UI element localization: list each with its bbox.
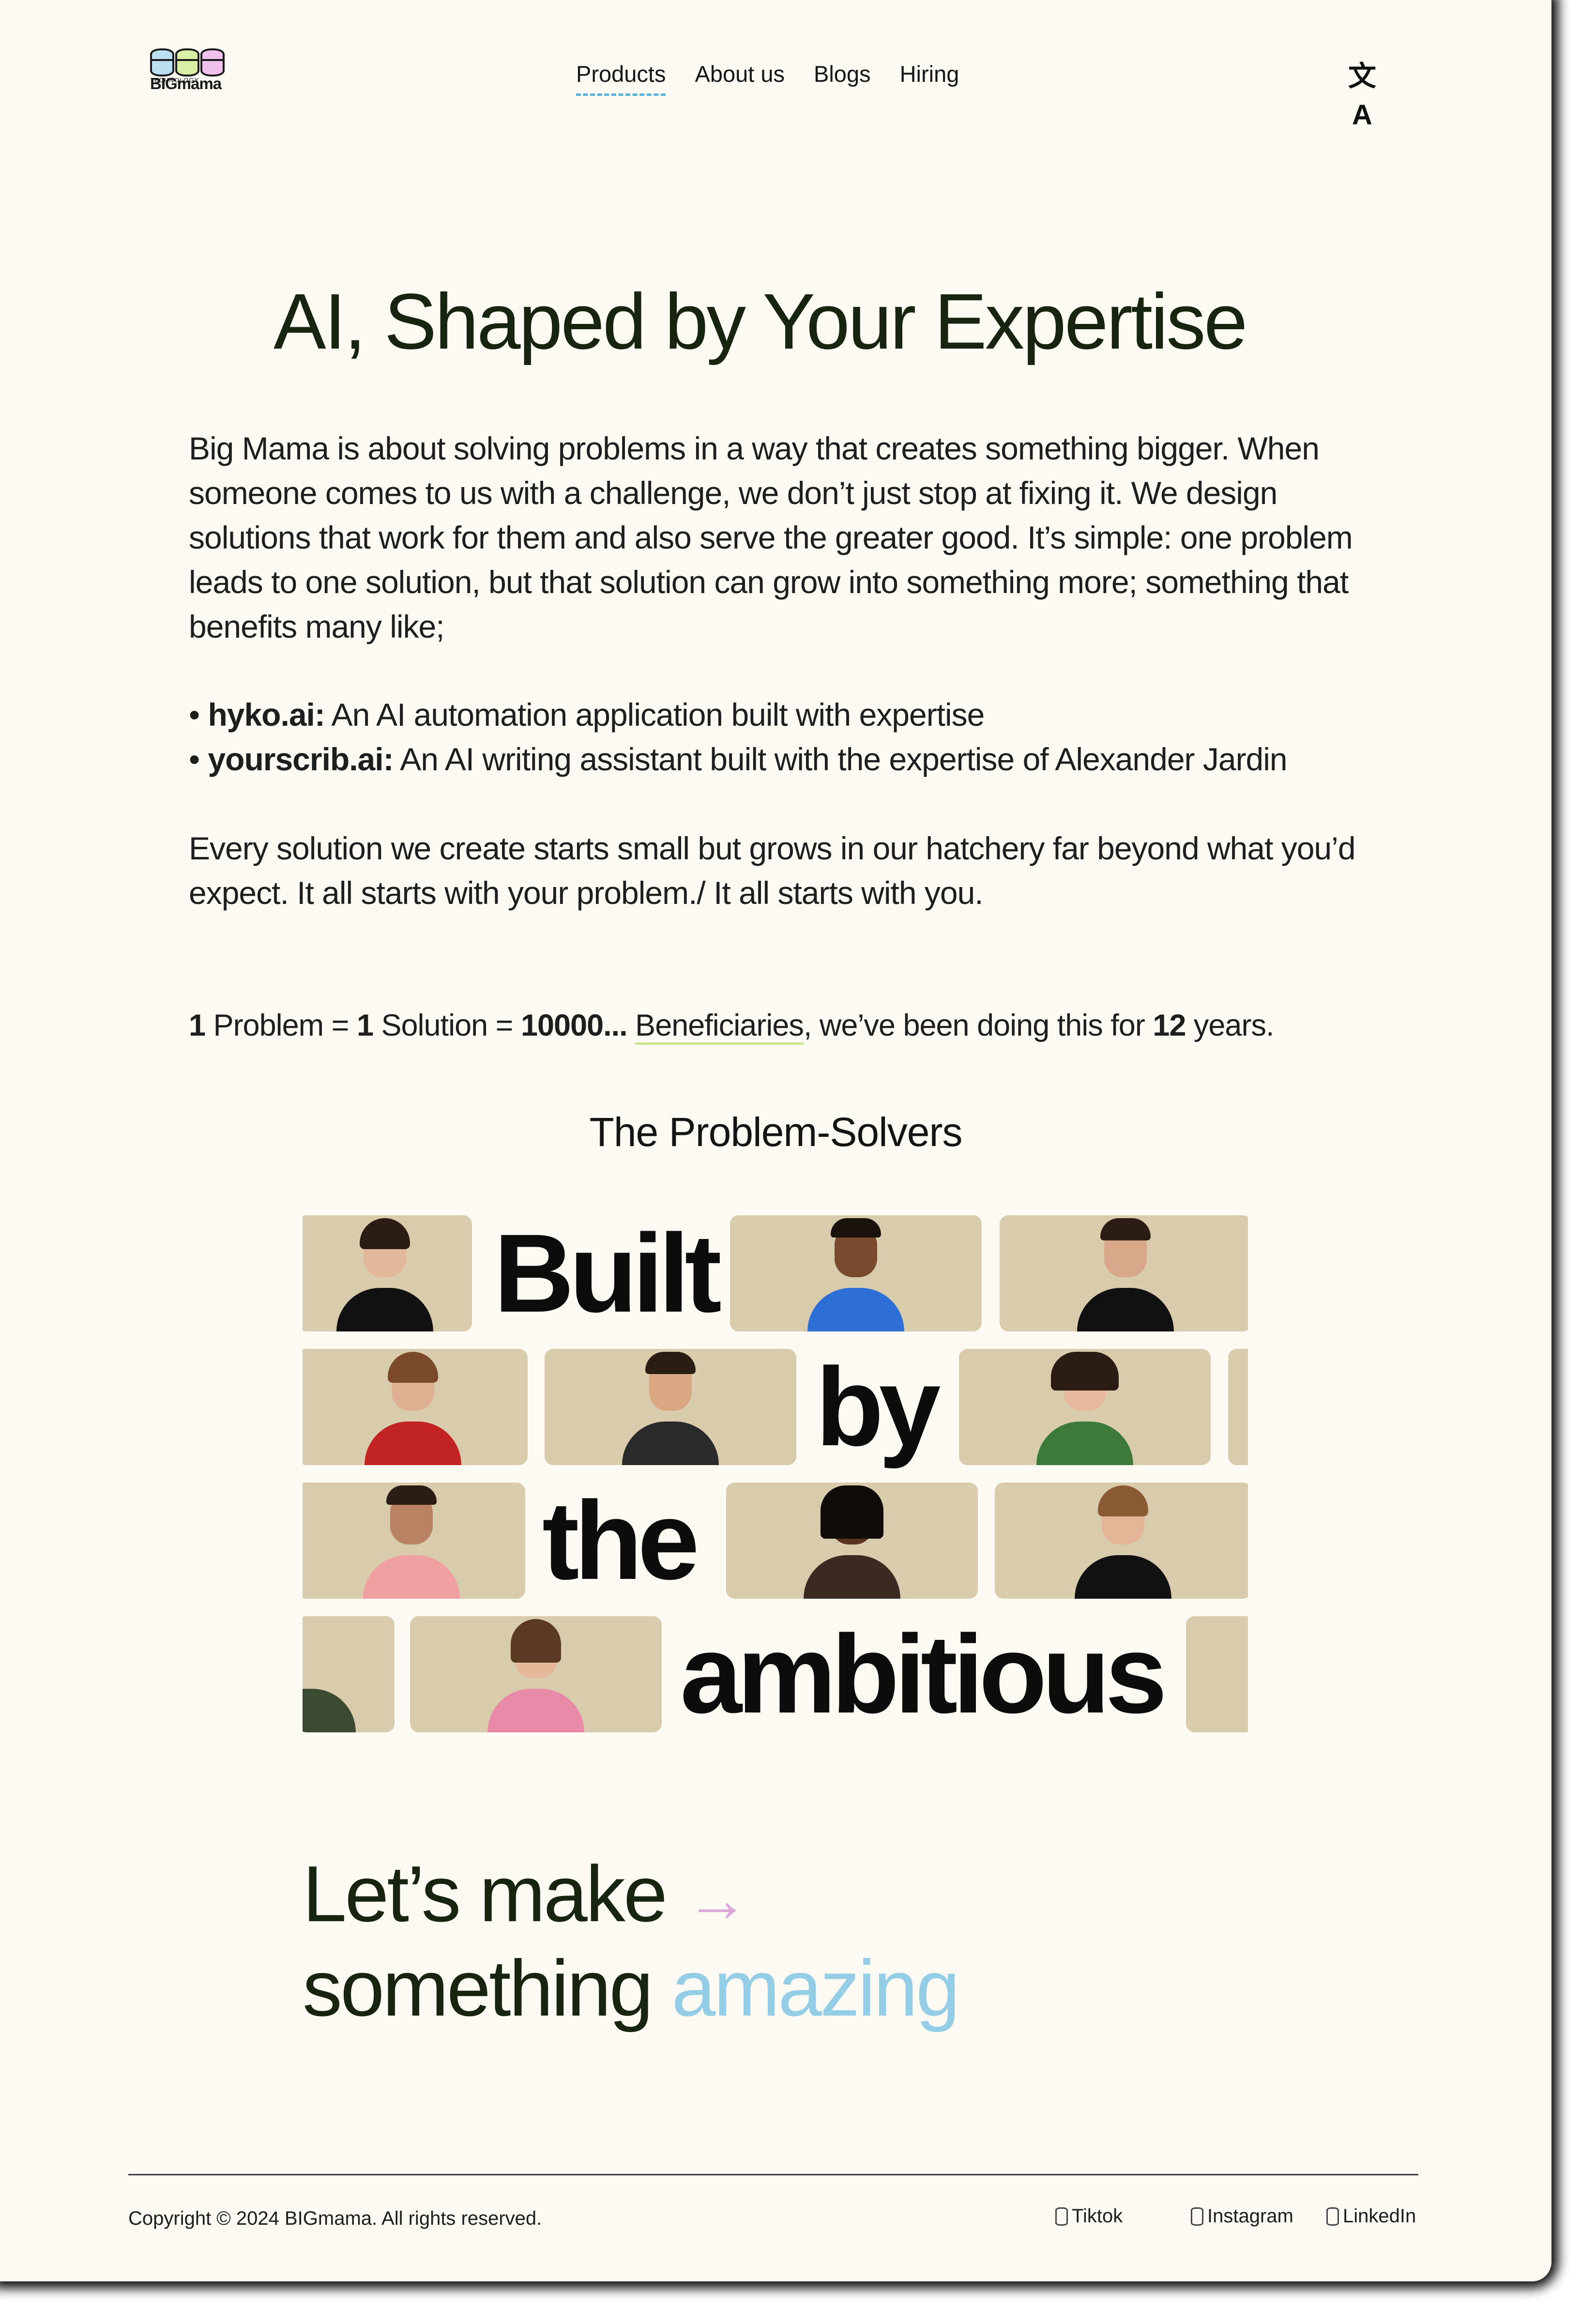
product-name-yourscrib[interactable]: yourscrib.ai: bbox=[208, 741, 394, 777]
tiktok-icon bbox=[1055, 2207, 1068, 2226]
team-photo bbox=[303, 1616, 395, 1732]
social-link-instagram[interactable]: Instagram bbox=[1191, 2205, 1293, 2227]
team-photo bbox=[959, 1349, 1211, 1465]
intro-paragraph: Big Mama is about solving problems in a … bbox=[189, 430, 1353, 644]
logo-wordmark: BIGmama bbox=[150, 75, 222, 92]
page-card: BIGmama TECHNOLOGY Products About us Blo… bbox=[0, 0, 1551, 2281]
social-link-tiktok[interactable]: Tiktok bbox=[1055, 2205, 1123, 2227]
product-name-hyko[interactable]: hyko.ai: bbox=[208, 697, 325, 733]
nav-item-hiring[interactable]: Hiring bbox=[900, 61, 959, 87]
team-photo bbox=[545, 1349, 796, 1465]
team-photo bbox=[730, 1215, 982, 1331]
social-link-linkedin[interactable]: LinkedIn bbox=[1326, 2205, 1416, 2227]
collage-word-by: by bbox=[816, 1345, 941, 1469]
main-nav: Products About us Blogs Hiring bbox=[576, 61, 959, 96]
team-photo bbox=[410, 1616, 662, 1732]
collage-word-the: the bbox=[542, 1478, 699, 1603]
team-photo bbox=[1186, 1616, 1248, 1732]
team-photo bbox=[995, 1483, 1248, 1599]
cta-headline[interactable]: Let’s make → something amazing bbox=[303, 1850, 960, 2033]
team-photo bbox=[1000, 1215, 1248, 1331]
collage-word-built: Built bbox=[494, 1215, 722, 1335]
footer-divider bbox=[128, 2174, 1418, 2175]
logo-cans-icon bbox=[150, 48, 228, 76]
instagram-icon bbox=[1191, 2207, 1203, 2226]
nav-item-blogs[interactable]: Blogs bbox=[814, 61, 871, 87]
nav-item-products[interactable]: Products bbox=[576, 61, 666, 96]
team-photo bbox=[1228, 1349, 1248, 1465]
team-photo bbox=[303, 1483, 525, 1599]
list-item: • yourscrib.ai: An AI writing assistant … bbox=[189, 741, 1288, 777]
team-heading: The Problem-Solvers bbox=[589, 1109, 963, 1155]
list-item: • hyko.ai: An AI automation application … bbox=[189, 697, 985, 733]
arrow-right-icon: → bbox=[685, 1864, 749, 1935]
product-list: • hyko.ai: An AI automation application … bbox=[189, 692, 1389, 781]
team-photo bbox=[726, 1483, 978, 1599]
team-collage: Built by the ambitious bbox=[303, 1215, 1248, 1748]
collage-word-ambitious: ambitious bbox=[680, 1612, 1167, 1736]
team-photo bbox=[303, 1215, 472, 1331]
impact-stats: 1 Problem = 1 Solution = 10000... Benefi… bbox=[189, 1003, 1274, 1048]
linkedin-icon bbox=[1326, 2207, 1339, 2226]
closing-paragraph: Every solution we create starts small bu… bbox=[189, 830, 1356, 911]
page-title: AI, Shaped by Your Expertise bbox=[274, 277, 1247, 366]
team-photo bbox=[303, 1349, 528, 1465]
nav-item-about-us[interactable]: About us bbox=[695, 61, 785, 87]
bigmama-logo[interactable]: BIGmama TECHNOLOGY bbox=[150, 48, 228, 103]
copyright-text: Copyright © 2024 BIGmama. All rights res… bbox=[128, 2208, 542, 2229]
beneficiaries-link[interactable]: Beneficiaries bbox=[635, 1009, 804, 1045]
translate-icon[interactable]: 文A bbox=[1343, 57, 1382, 131]
